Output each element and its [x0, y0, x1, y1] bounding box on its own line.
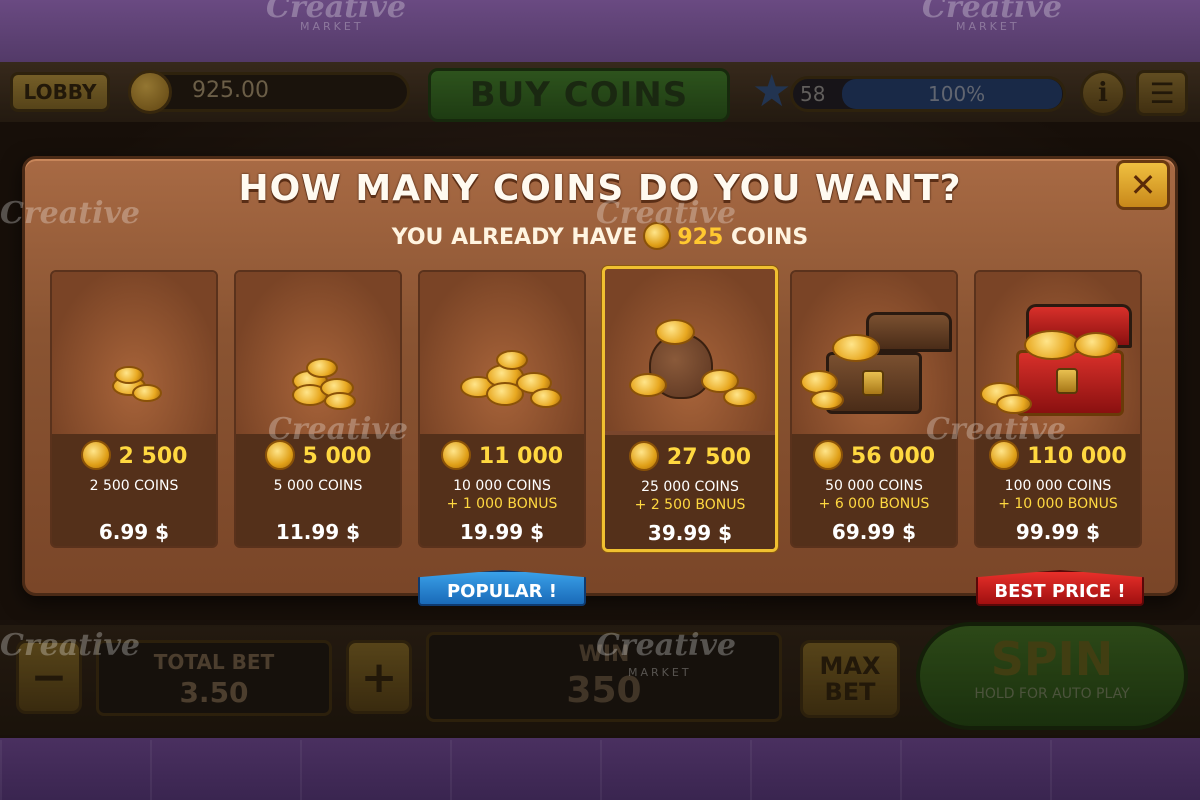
package-art	[52, 272, 216, 434]
watermark: Creative	[0, 196, 140, 231]
package-art	[236, 272, 400, 434]
coin-icon	[80, 440, 111, 470]
package-price: 6.99 $	[98, 520, 170, 544]
coin-stack-icon	[832, 334, 880, 362]
watermark-sub: MARKET	[628, 666, 692, 679]
lock-icon	[862, 370, 884, 396]
package-bonus: + 2 500 BONUS	[634, 497, 746, 513]
package-price: 19.99 $	[459, 520, 545, 544]
package-card[interactable]: 5 000 5 000 COINS 11.99 $	[234, 270, 402, 548]
coin-stack-icon	[1024, 330, 1080, 360]
watermark: Creative	[596, 628, 736, 663]
package-amount-value: 5 000	[302, 444, 372, 469]
package-amount: 11 000	[420, 440, 584, 472]
coin-stack-icon	[1074, 332, 1118, 358]
package-bonus: + 6 000 BONUS	[818, 496, 930, 512]
package-coins: 10 000 COINS	[453, 478, 551, 494]
package-card-featured[interactable]: 27 500 25 000 COINS + 2 500 BONUS 39.99 …	[602, 266, 778, 552]
best-price-badge: BEST PRICE !	[976, 570, 1144, 606]
package-amount-value: 27 500	[666, 445, 752, 470]
package-price: 11.99 $	[275, 520, 361, 544]
watermark-sub: MARKET	[300, 20, 364, 33]
watermark-sub: MARKET	[956, 20, 1020, 33]
package-bonus: + 1 000 BONUS	[446, 496, 558, 512]
package-card[interactable]: 110 000 100 000 COINS + 10 000 BONUS 99.…	[974, 270, 1142, 548]
package-amount-value: 110 000	[1027, 444, 1127, 469]
floor-lines	[0, 740, 1200, 800]
package-coins: 2 500 COINS	[89, 478, 179, 494]
coin-icon	[812, 440, 843, 470]
package-coins: 5 000 COINS	[273, 478, 363, 494]
coin-stack-icon	[324, 392, 356, 410]
watermark: Creative	[926, 412, 1066, 447]
package-price: 99.99 $	[1015, 520, 1101, 544]
coin-stack-icon	[810, 390, 844, 410]
coin-stack-icon	[996, 394, 1032, 414]
watermark: Creative	[0, 628, 140, 663]
popular-badge: POPULAR !	[418, 570, 586, 606]
package-art	[605, 269, 775, 431]
package-bonus: + 10 000 BONUS	[998, 496, 1118, 512]
package-art	[792, 272, 956, 434]
coin-stack-icon	[496, 350, 528, 370]
coin-stack-icon	[655, 319, 695, 345]
package-price: 69.99 $	[831, 520, 917, 544]
watermark: Creative	[268, 412, 408, 447]
package-coins: 100 000 COINS	[1004, 478, 1112, 494]
package-art	[420, 272, 584, 434]
package-amount: 27 500	[605, 441, 775, 473]
package-amount-value: 56 000	[850, 444, 936, 469]
coin-icon	[440, 440, 471, 470]
close-button[interactable]: ✕	[1116, 160, 1170, 210]
coin-icon	[628, 441, 659, 471]
package-card[interactable]: 2 500 2 500 COINS 6.99 $	[50, 270, 218, 548]
coin-stack-icon	[629, 373, 667, 397]
package-card[interactable]: 56 000 50 000 COINS + 6 000 BONUS 69.99 …	[790, 270, 958, 548]
watermark: Creative	[596, 196, 736, 231]
package-amount-value: 2 500	[118, 444, 188, 469]
have-suffix: COINS	[730, 225, 809, 250]
package-card[interactable]: 11 000 10 000 COINS + 1 000 BONUS 19.99 …	[418, 270, 586, 548]
package-price: 39.99 $	[647, 521, 733, 545]
coin-stack-icon	[306, 358, 338, 378]
coin-stack-icon	[723, 387, 757, 407]
package-amount-value: 11 000	[478, 444, 564, 469]
package-coins: 50 000 COINS	[825, 478, 923, 494]
lock-icon	[1056, 368, 1078, 394]
package-amount: 2 500	[52, 440, 216, 472]
coin-stack-icon	[114, 366, 144, 384]
package-coins: 25 000 COINS	[641, 479, 739, 495]
package-art	[976, 272, 1140, 434]
coin-stack-icon	[132, 384, 162, 402]
coin-stack-icon	[530, 388, 562, 408]
